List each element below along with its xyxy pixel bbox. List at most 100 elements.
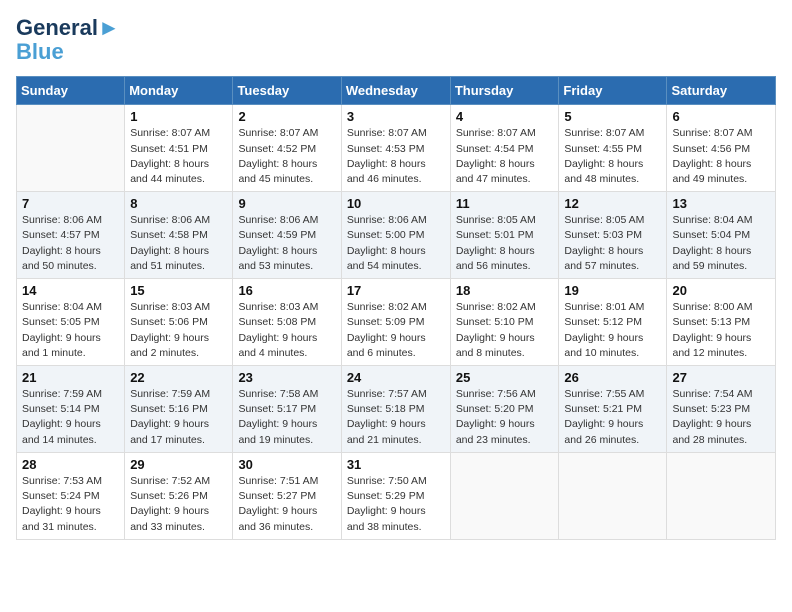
calendar-day-cell: 3Sunrise: 8:07 AMSunset: 4:53 PMDaylight…: [341, 105, 450, 192]
calendar-day-cell: 11 Sunrise: 8:05 AMSunset: 5:01 PMDayligh…: [450, 192, 559, 279]
calendar-day-cell: 23Sunrise: 7:58 AMSunset: 5:17 PMDayligh…: [233, 366, 341, 453]
calendar-day-cell: 12 Sunrise: 8:05 AMSunset: 5:03 PMDayligh…: [559, 192, 667, 279]
calendar-week-row: 7 Sunrise: 8:06 AMSunset: 4:57 PMDaylight…: [17, 192, 776, 279]
day-info: Sunrise: 8:02 AMSunset: 5:09 PMDaylight:…: [347, 300, 445, 361]
day-info: Sunrise: 7:57 AMSunset: 5:18 PMDaylight:…: [347, 387, 445, 448]
calendar-day-cell: 21 Sunrise: 7:59 AMSunset: 5:14 PMDayligh…: [17, 366, 125, 453]
calendar-day-cell: 28 Sunrise: 7:53 AMSunset: 5:24 PMDayligh…: [17, 452, 125, 539]
day-number: 17: [347, 283, 445, 298]
calendar-day-cell: 18 Sunrise: 8:02 AMSunset: 5:10 PMDayligh…: [450, 279, 559, 366]
day-number: 6: [672, 109, 770, 124]
calendar-day-cell: 17 Sunrise: 8:02 AMSunset: 5:09 PMDayligh…: [341, 279, 450, 366]
calendar-day-cell: 27 Sunrise: 7:54 AMSunset: 5:23 PMDayligh…: [667, 366, 776, 453]
calendar-day-cell: 2 Sunrise: 8:07 AMSunset: 4:52 PMDaylight…: [233, 105, 341, 192]
calendar-day-cell: 20Sunrise: 8:00 AMSunset: 5:13 PMDayligh…: [667, 279, 776, 366]
day-info: Sunrise: 8:07 AMSunset: 4:53 PMDaylight:…: [347, 126, 445, 187]
day-number: 24: [347, 370, 445, 385]
day-info: Sunrise: 8:05 AMSunset: 5:01 PMDaylight:…: [456, 213, 554, 274]
day-number: 16: [238, 283, 335, 298]
calendar-week-row: 14 Sunrise: 8:04 AMSunset: 5:05 PMDayligh…: [17, 279, 776, 366]
calendar-day-cell: 10 Sunrise: 8:06 AMSunset: 5:00 PMDayligh…: [341, 192, 450, 279]
day-number: 27: [672, 370, 770, 385]
day-info: Sunrise: 8:04 AMSunset: 5:04 PMDaylight:…: [672, 213, 770, 274]
calendar-header-row: SundayMondayTuesdayWednesdayThursdayFrid…: [17, 77, 776, 105]
day-number: 28: [22, 457, 119, 472]
calendar-day-cell: 9 Sunrise: 8:06 AMSunset: 4:59 PMDaylight…: [233, 192, 341, 279]
day-number: 4: [456, 109, 554, 124]
calendar-day-cell: 31Sunrise: 7:50 AMSunset: 5:29 PMDayligh…: [341, 452, 450, 539]
day-number: 22: [130, 370, 227, 385]
weekday-header: Tuesday: [233, 77, 341, 105]
day-info: Sunrise: 7:58 AMSunset: 5:17 PMDaylight:…: [238, 387, 335, 448]
day-info: Sunrise: 8:07 AMSunset: 4:55 PMDaylight:…: [564, 126, 661, 187]
day-info: Sunrise: 7:59 AMSunset: 5:14 PMDaylight:…: [22, 387, 119, 448]
calendar-week-row: 21 Sunrise: 7:59 AMSunset: 5:14 PMDayligh…: [17, 366, 776, 453]
day-info: Sunrise: 7:59 AMSunset: 5:16 PMDaylight:…: [130, 387, 227, 448]
day-number: 21: [22, 370, 119, 385]
day-info: Sunrise: 8:03 AMSunset: 5:06 PMDaylight:…: [130, 300, 227, 361]
day-info: Sunrise: 8:07 AMSunset: 4:54 PMDaylight:…: [456, 126, 554, 187]
day-info: Sunrise: 7:53 AMSunset: 5:24 PMDaylight:…: [22, 474, 119, 535]
day-number: 2: [238, 109, 335, 124]
day-number: 12: [564, 196, 661, 211]
page-header: General► Blue: [16, 16, 776, 64]
day-info: Sunrise: 8:03 AMSunset: 5:08 PMDaylight:…: [238, 300, 335, 361]
day-info: Sunrise: 8:00 AMSunset: 5:13 PMDaylight:…: [672, 300, 770, 361]
calendar-day-cell: [17, 105, 125, 192]
calendar-day-cell: [667, 452, 776, 539]
logo: General► Blue: [16, 16, 120, 64]
weekday-header: Monday: [125, 77, 233, 105]
day-number: 9: [238, 196, 335, 211]
day-number: 18: [456, 283, 554, 298]
day-number: 19: [564, 283, 661, 298]
day-number: 26: [564, 370, 661, 385]
logo-text: General►: [16, 16, 120, 40]
day-info: Sunrise: 8:05 AMSunset: 5:03 PMDaylight:…: [564, 213, 661, 274]
calendar-day-cell: 30 Sunrise: 7:51 AMSunset: 5:27 PMDayligh…: [233, 452, 341, 539]
calendar-day-cell: [450, 452, 559, 539]
calendar-day-cell: 15 Sunrise: 8:03 AMSunset: 5:06 PMDayligh…: [125, 279, 233, 366]
day-number: 13: [672, 196, 770, 211]
day-info: Sunrise: 8:04 AMSunset: 5:05 PMDaylight:…: [22, 300, 119, 361]
day-info: Sunrise: 8:06 AMSunset: 4:58 PMDaylight:…: [130, 213, 227, 274]
weekday-header: Wednesday: [341, 77, 450, 105]
calendar-day-cell: 24 Sunrise: 7:57 AMSunset: 5:18 PMDayligh…: [341, 366, 450, 453]
calendar-day-cell: 16 Sunrise: 8:03 AMSunset: 5:08 PMDayligh…: [233, 279, 341, 366]
day-info: Sunrise: 8:02 AMSunset: 5:10 PMDaylight:…: [456, 300, 554, 361]
day-number: 15: [130, 283, 227, 298]
calendar-day-cell: 7 Sunrise: 8:06 AMSunset: 4:57 PMDaylight…: [17, 192, 125, 279]
day-info: Sunrise: 8:07 AMSunset: 4:56 PMDaylight:…: [672, 126, 770, 187]
day-info: Sunrise: 7:51 AMSunset: 5:27 PMDaylight:…: [238, 474, 335, 535]
calendar-day-cell: 1Sunrise: 8:07 AMSunset: 4:51 PMDaylight…: [125, 105, 233, 192]
calendar-table: SundayMondayTuesdayWednesdayThursdayFrid…: [16, 76, 776, 539]
calendar-day-cell: 26 Sunrise: 7:55 AMSunset: 5:21 PMDayligh…: [559, 366, 667, 453]
day-info: Sunrise: 8:07 AMSunset: 4:51 PMDaylight:…: [130, 126, 227, 187]
day-info: Sunrise: 8:06 AMSunset: 4:57 PMDaylight:…: [22, 213, 119, 274]
day-info: Sunrise: 8:07 AMSunset: 4:52 PMDaylight:…: [238, 126, 335, 187]
day-number: 31: [347, 457, 445, 472]
calendar-day-cell: 25Sunrise: 7:56 AMSunset: 5:20 PMDayligh…: [450, 366, 559, 453]
calendar-day-cell: 19 Sunrise: 8:01 AMSunset: 5:12 PMDayligh…: [559, 279, 667, 366]
weekday-header: Friday: [559, 77, 667, 105]
day-info: Sunrise: 7:56 AMSunset: 5:20 PMDaylight:…: [456, 387, 554, 448]
day-number: 14: [22, 283, 119, 298]
day-number: 30: [238, 457, 335, 472]
calendar-day-cell: 14 Sunrise: 8:04 AMSunset: 5:05 PMDayligh…: [17, 279, 125, 366]
calendar-week-row: 1Sunrise: 8:07 AMSunset: 4:51 PMDaylight…: [17, 105, 776, 192]
day-info: Sunrise: 7:54 AMSunset: 5:23 PMDaylight:…: [672, 387, 770, 448]
calendar-day-cell: 29Sunrise: 7:52 AMSunset: 5:26 PMDayligh…: [125, 452, 233, 539]
calendar-day-cell: 6 Sunrise: 8:07 AMSunset: 4:56 PMDaylight…: [667, 105, 776, 192]
calendar-day-cell: 22 Sunrise: 7:59 AMSunset: 5:16 PMDayligh…: [125, 366, 233, 453]
calendar-day-cell: 4 Sunrise: 8:07 AMSunset: 4:54 PMDaylight…: [450, 105, 559, 192]
day-info: Sunrise: 7:55 AMSunset: 5:21 PMDaylight:…: [564, 387, 661, 448]
day-info: Sunrise: 8:06 AMSunset: 4:59 PMDaylight:…: [238, 213, 335, 274]
logo-text-blue: Blue: [16, 40, 120, 64]
day-number: 7: [22, 196, 119, 211]
day-number: 11: [456, 196, 554, 211]
calendar-day-cell: 8 Sunrise: 8:06 AMSunset: 4:58 PMDaylight…: [125, 192, 233, 279]
day-number: 10: [347, 196, 445, 211]
day-info: Sunrise: 8:01 AMSunset: 5:12 PMDaylight:…: [564, 300, 661, 361]
day-info: Sunrise: 8:06 AMSunset: 5:00 PMDaylight:…: [347, 213, 445, 274]
day-number: 8: [130, 196, 227, 211]
calendar-day-cell: [559, 452, 667, 539]
